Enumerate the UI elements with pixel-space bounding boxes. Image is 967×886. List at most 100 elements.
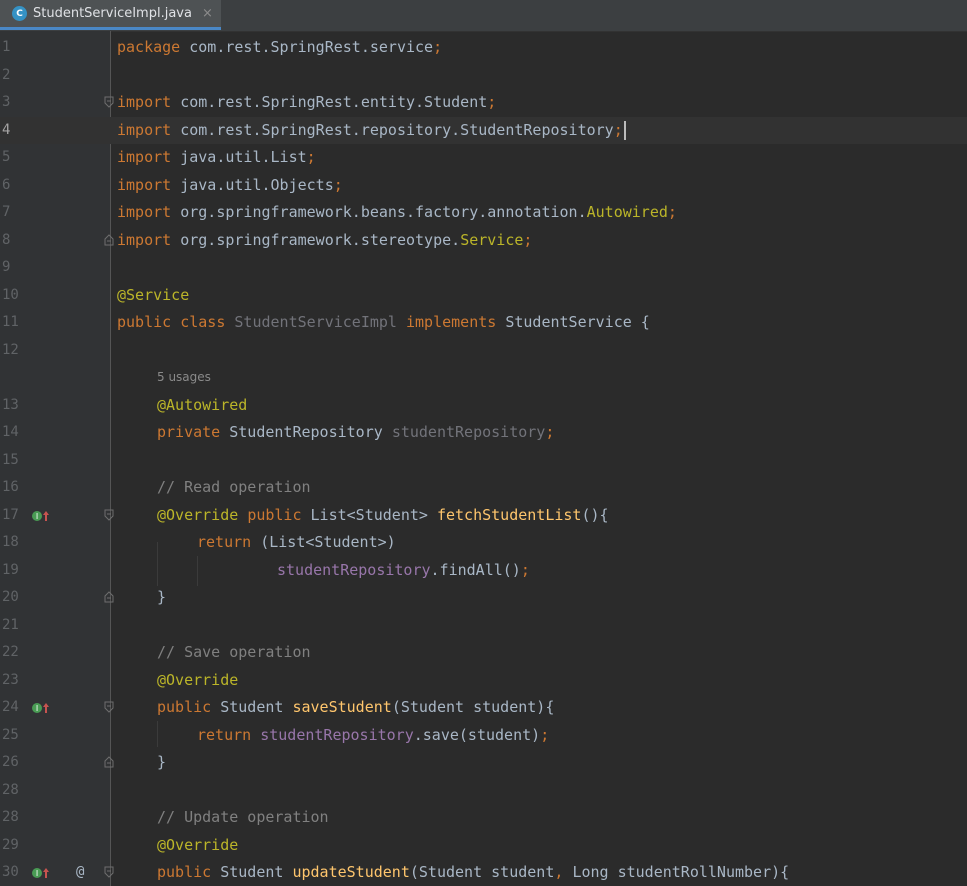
code-line[interactable]: 26} xyxy=(0,749,967,776)
code-token: StudentService { xyxy=(505,313,650,331)
code-line[interactable]: 20} xyxy=(0,584,967,611)
code-text: public Student updateStudent(Student stu… xyxy=(157,859,789,886)
code-line[interactable]: 16 // Read operation xyxy=(0,474,967,501)
line-number: 15 xyxy=(2,451,19,468)
code-token: } xyxy=(157,588,167,606)
code-text: package com.rest.SpringRest.service; xyxy=(117,34,442,61)
code-line[interactable]: 4 import com.rest.SpringRest.repository.S… xyxy=(0,116,967,144)
code-line[interactable]: 1 package com.rest.SpringRest.service; xyxy=(0,34,967,61)
line-number: 3 xyxy=(2,94,11,110)
line-number: 13 xyxy=(2,396,19,413)
code-token: java.util.List xyxy=(180,148,307,166)
at-icon[interactable]: @ xyxy=(76,859,84,886)
line-number: 4 xyxy=(2,121,11,138)
code-line[interactable]: 10 @Service xyxy=(0,282,967,309)
code-line[interactable]: 7 import org.springframework.beans.factor… xyxy=(0,199,967,226)
code-text: import com.rest.SpringRest.repository.St… xyxy=(117,117,623,144)
code-line[interactable]: 13 @Autowired xyxy=(0,392,967,419)
code-token: java.util.Objects xyxy=(180,175,334,194)
code-token: @Service xyxy=(117,285,190,304)
code-line[interactable]: 14 private StudentRepository studentRepos… xyxy=(0,419,967,446)
code-line[interactable]: 2 xyxy=(0,62,967,89)
code-line[interactable]: 25 return studentRepository.save(student)… xyxy=(0,722,967,749)
implements-override-icon[interactable]: I xyxy=(31,700,51,716)
fold-open-icon[interactable] xyxy=(104,96,114,108)
line-number: 25 xyxy=(2,726,19,743)
code-line[interactable]: 15 xyxy=(0,447,967,474)
line-number: 16 xyxy=(2,479,19,495)
fold-open-icon[interactable] xyxy=(104,866,114,878)
code-line[interactable]: 28 xyxy=(0,777,967,804)
code-token: // Read operation xyxy=(157,478,311,496)
line-number: 21 xyxy=(2,616,19,633)
line-number xyxy=(2,364,24,391)
code-line[interactable]: 19 studentRepository.findAll(); xyxy=(0,557,967,584)
code-token: com.rest.SpringRest.entity.Student xyxy=(180,93,488,111)
code-token: ; xyxy=(306,148,316,166)
code-text: import java.util.List; xyxy=(117,144,316,171)
usages-hint[interactable]: 5 usages xyxy=(157,364,211,391)
code-text: // Save operation xyxy=(157,639,311,666)
code-line[interactable]: 11 public class StudentServiceImpl implem… xyxy=(0,309,967,336)
code-token: import xyxy=(117,120,181,139)
code-token: ; xyxy=(667,203,677,221)
code-text: // Update operation xyxy=(157,804,329,831)
java-class-icon: C xyxy=(12,6,27,21)
code-token: public xyxy=(157,698,221,716)
code-text: import java.util.Objects; xyxy=(117,172,343,199)
code-text: public Student saveStudent(Student stude… xyxy=(157,694,554,721)
code-line[interactable]: 9 xyxy=(0,254,967,281)
code-token: @Override xyxy=(157,505,248,524)
code-line[interactable]: 12 xyxy=(0,337,967,364)
code-token: } xyxy=(157,753,167,771)
code-token: return xyxy=(197,533,261,551)
close-icon[interactable]: × xyxy=(202,6,213,21)
code-line[interactable]: 30 public Student updateStudent(Student s… xyxy=(0,859,967,886)
editor-tab-bar: C StudentServiceImpl.java × xyxy=(0,0,967,32)
fold-end-icon[interactable] xyxy=(104,756,114,768)
code-line[interactable]: 28 // Update operation xyxy=(0,804,967,831)
code-line[interactable]: 29 @Override xyxy=(0,832,967,859)
code-line[interactable]: 21 xyxy=(0,612,967,639)
line-number: 30 xyxy=(2,864,19,880)
code-token: StudentServiceImpl xyxy=(234,313,406,331)
code-token: Service xyxy=(460,230,524,249)
code-token: ; xyxy=(545,423,555,441)
implements-override-icon[interactable]: I xyxy=(31,865,51,881)
code-editor[interactable]: 1 package com.rest.SpringRest.service; 2 3 i… xyxy=(0,31,967,886)
code-token: // Save operation xyxy=(157,643,311,661)
fold-open-icon[interactable] xyxy=(104,509,114,521)
code-token: import xyxy=(117,203,181,221)
code-token: Student xyxy=(220,698,293,716)
text-caret xyxy=(624,120,626,140)
code-token: .findAll() xyxy=(430,560,521,579)
code-token: ; xyxy=(520,560,530,579)
code-token: saveStudent xyxy=(292,698,392,716)
code-line[interactable]: 5 usages xyxy=(0,364,967,391)
fold-open-icon[interactable] xyxy=(104,701,114,713)
code-token: ; xyxy=(523,230,533,249)
code-text: @Service xyxy=(117,282,189,309)
line-number: 28 xyxy=(2,781,19,798)
tab-student-service-impl[interactable]: C StudentServiceImpl.java × xyxy=(0,0,221,30)
code-token: List<Student> xyxy=(310,505,437,524)
code-line[interactable]: 3 import com.rest.SpringRest.entity.Stude… xyxy=(0,89,967,116)
code-line[interactable]: 24 public Student saveStudent(Student stu… xyxy=(0,694,967,721)
code-text: import com.rest.SpringRest.entity.Studen… xyxy=(117,89,496,116)
code-line[interactable]: 23 @Override xyxy=(0,667,967,694)
fold-end-icon[interactable] xyxy=(104,233,114,246)
code-line[interactable]: 18 return (List<Student>) xyxy=(0,529,967,556)
fold-end-icon[interactable] xyxy=(104,591,114,603)
code-token: import xyxy=(117,148,181,166)
code-token: com.rest.SpringRest.service xyxy=(189,38,434,56)
code-token: public class xyxy=(117,313,235,331)
code-line[interactable]: 6 import java.util.Objects; xyxy=(0,172,967,199)
code-line[interactable]: 5 import java.util.List; xyxy=(0,144,967,171)
code-token: // Update operation xyxy=(157,808,329,826)
code-line[interactable]: 17 @Override public List<Student> fetchSt… xyxy=(0,502,967,529)
code-line[interactable]: 8 import org.springframework.stereotype.S… xyxy=(0,227,967,254)
implements-override-icon[interactable]: I xyxy=(31,508,51,524)
line-number: 14 xyxy=(2,424,19,440)
code-line[interactable]: 22 // Save operation xyxy=(0,639,967,666)
line-number: 9 xyxy=(2,259,11,275)
